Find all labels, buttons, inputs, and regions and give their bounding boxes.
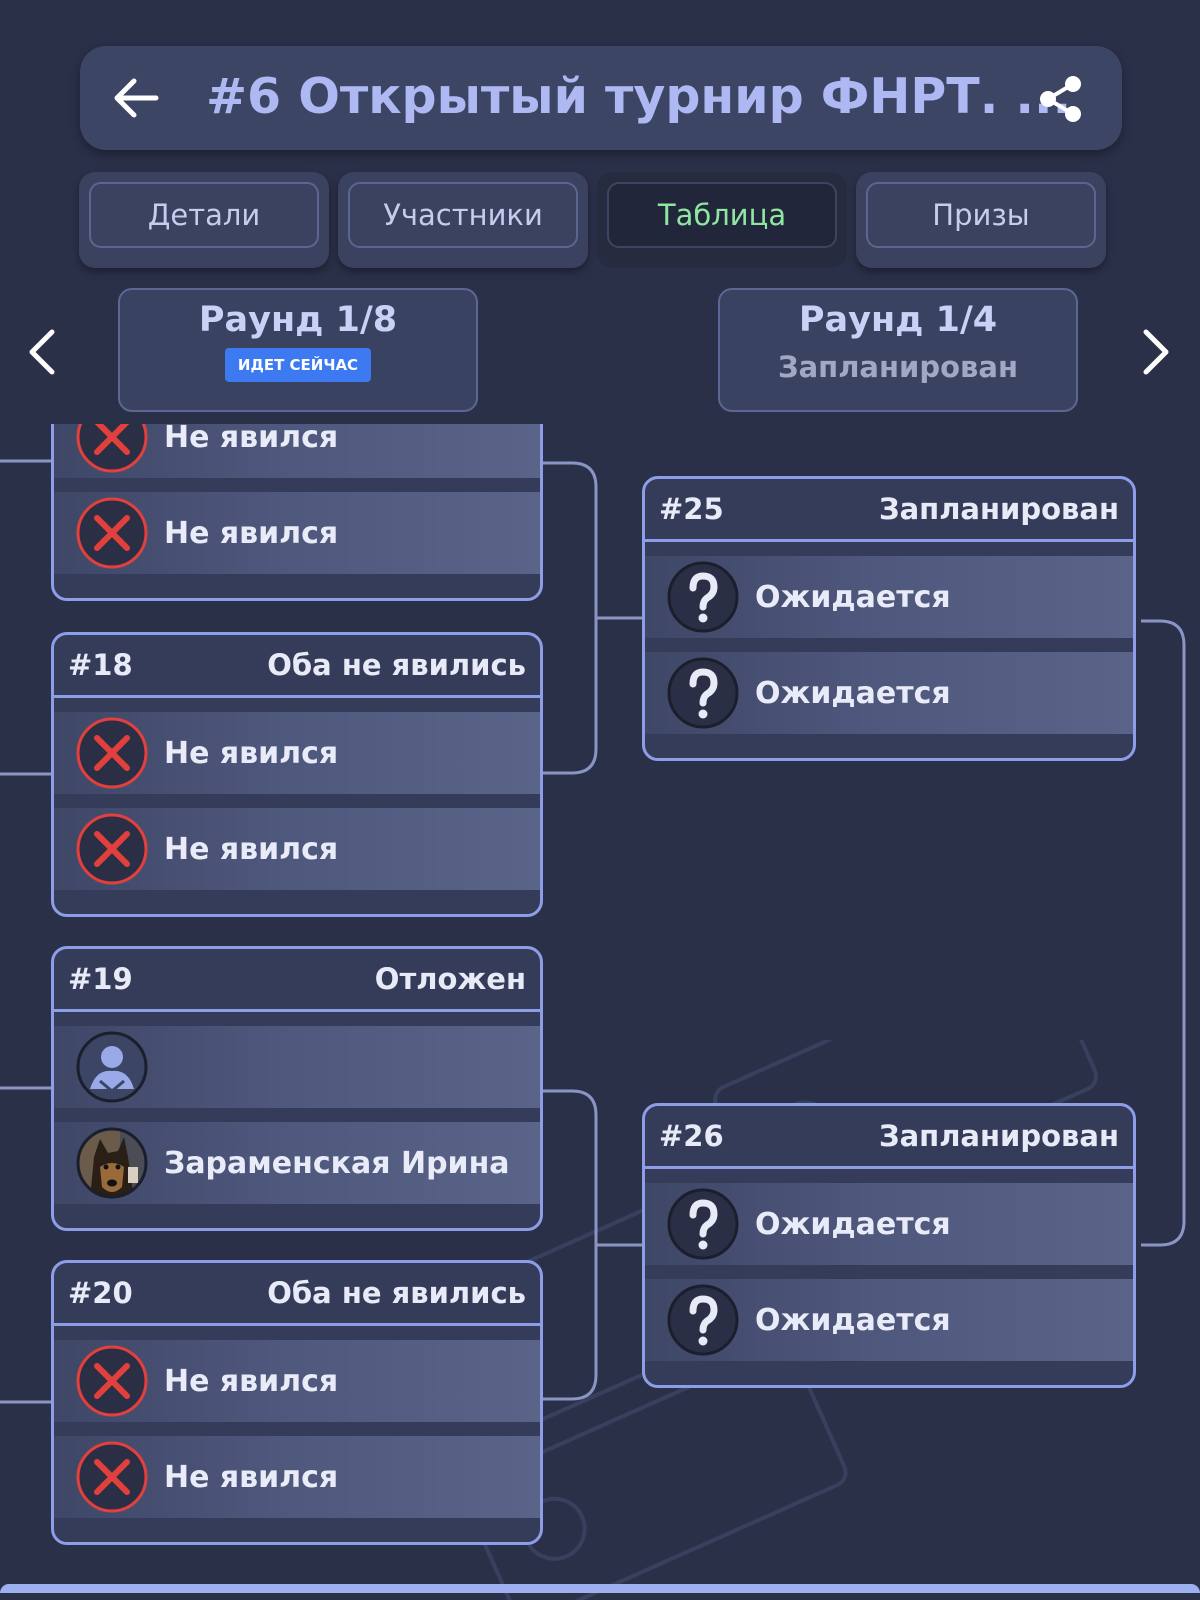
match-status: Отложен [374,962,526,996]
arrow-left-icon[interactable] [110,72,162,124]
match-25[interactable]: #25 Запланирован Ожидается Ожидается [642,476,1136,761]
question-icon [667,1284,739,1356]
match-20[interactable]: #20 Оба не явились Не явился Не явился [51,1260,543,1545]
bottom-panel-edge [0,1584,1200,1593]
tab-participants-label[interactable]: Участники [348,182,578,248]
no-show-icon [76,813,148,885]
match-number: #20 [68,1276,133,1310]
dog-photo-avatar [76,1127,148,1199]
player-slot[interactable]: Ожидается [645,556,1133,638]
match-header: #26 Запланирован [645,1106,1133,1169]
tab-details[interactable]: Детали [79,172,329,268]
player-slot[interactable]: Не явился [54,424,540,478]
question-icon [667,561,739,633]
player-name: Не явился [164,1459,339,1495]
page-title: #6 Открытый турнир ФНРТ. ... [206,68,1072,125]
match-status: Запланирован [878,492,1119,526]
match-status: Оба не явились [267,648,526,682]
no-show-icon [76,717,148,789]
player-slot[interactable]: Не явился [54,712,540,794]
player-slot[interactable]: Не явился [54,808,540,890]
header-bar: #6 Открытый турнир ФНРТ. ... [80,46,1122,150]
player-slot[interactable]: Не явился [54,1436,540,1518]
player-slot[interactable]: Ожидается [645,1183,1133,1265]
round-1-8[interactable]: Раунд 1/8 ИДЕТ СЕЙЧАС [118,288,478,412]
match-header: #18 Оба не явились [54,635,540,698]
match-number: #25 [659,492,724,526]
player-name: Не явился [164,1363,339,1399]
match-26[interactable]: #26 Запланирован Ожидается Ожидается [642,1103,1136,1388]
player-slot[interactable] [54,1026,540,1108]
question-icon [667,1188,739,1260]
match-status: Оба не явились [267,1276,526,1310]
match-status: Запланирован [878,1119,1119,1153]
tab-participants[interactable]: Участники [338,172,588,268]
chevron-right-icon[interactable] [1134,326,1178,378]
status-badge: ИДЕТ СЕЙЧАС [224,348,372,382]
chevron-left-icon[interactable] [20,326,64,378]
player-slot[interactable]: Ожидается [645,1279,1133,1361]
player-slot[interactable]: Ожидается [645,652,1133,734]
match-17[interactable]: Не явился Не явился [51,424,543,601]
player-slot[interactable]: Не явился [54,492,540,574]
default-avatar-icon [76,1031,148,1103]
round-title: Раунд 1/4 [798,300,998,340]
player-slot[interactable]: Не явился [54,1340,540,1422]
player-name: Ожидается [755,1206,951,1242]
match-19[interactable]: #19 Отложен Зараменская Ирина [51,946,543,1231]
player-name: Не явился [164,424,339,455]
match-number: #26 [659,1119,724,1153]
player-name: Не явился [164,831,339,867]
match-number: #19 [68,962,133,996]
round-1-4[interactable]: Раунд 1/4 Запланирован [718,288,1078,412]
player-name: Ожидается [755,1302,951,1338]
player-name: Не явился [164,515,339,551]
match-number: #18 [68,648,133,682]
no-show-icon [76,1345,148,1417]
match-header: #20 Оба не явились [54,1263,540,1326]
player-name: Ожидается [755,675,951,711]
no-show-icon [76,424,148,473]
question-icon [667,657,739,729]
no-show-icon [76,1441,148,1513]
round-status: Запланирован [777,350,1018,384]
player-slot[interactable]: Зараменская Ирина [54,1122,540,1204]
tab-prizes-label[interactable]: Призы [866,182,1096,248]
match-18[interactable]: #18 Оба не явились Не явился Не явился [51,632,543,917]
no-show-icon [76,497,148,569]
player-name: Не явился [164,735,339,771]
round-title: Раунд 1/8 [198,300,398,340]
player-name: Ожидается [755,579,951,615]
bracket-area: Не явился Не явился #18 Оба не явились Н… [0,424,1200,1593]
tab-details-label[interactable]: Детали [89,182,319,248]
player-name: Зараменская Ирина [164,1145,510,1181]
tab-bracket[interactable]: Таблица [597,172,847,268]
match-header: #25 Запланирован [645,479,1133,542]
match-header: #19 Отложен [54,949,540,1012]
tab-bracket-label[interactable]: Таблица [607,182,837,248]
tab-prizes[interactable]: Призы [856,172,1106,268]
share-icon[interactable] [1036,74,1086,124]
